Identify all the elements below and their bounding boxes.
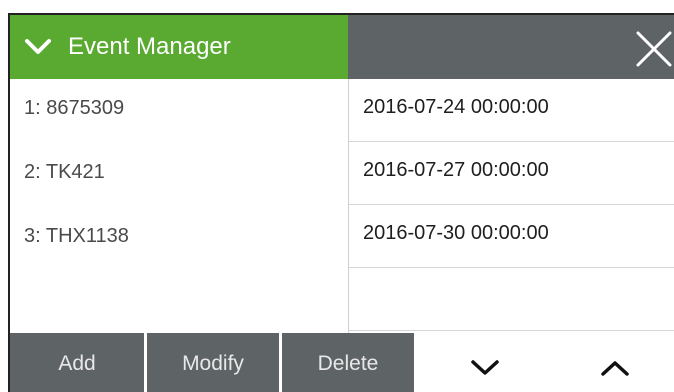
chevron-down-icon [471, 360, 499, 375]
window-title: Event Manager [68, 33, 231, 60]
scroll-down-button[interactable] [440, 333, 530, 392]
chevron-up-icon [601, 361, 629, 376]
event-date-1: 2016-07-24 00:00:00 [363, 96, 549, 118]
date-row-3[interactable]: 2016-07-30 00:00:00 [349, 205, 674, 268]
chevron-down-icon[interactable] [24, 37, 52, 57]
event-list: 1: 8675309 2: TK421 3: THX1138 [10, 79, 348, 333]
event-item-2[interactable]: 2: TK421 [24, 161, 105, 184]
event-item-1[interactable]: 1: 8675309 [24, 97, 124, 120]
event-date-list: 2016-07-24 00:00:00 2016-07-27 00:00:00 … [348, 79, 674, 333]
date-row-empty[interactable] [349, 268, 674, 331]
scroll-up-button[interactable] [570, 333, 660, 392]
event-manager-window: Event Manager 1: 8675309 2: TK421 3: THX… [8, 13, 674, 392]
date-row-1[interactable]: 2016-07-24 00:00:00 [349, 79, 674, 142]
toolbar: Add Modify Delete [10, 333, 674, 392]
event-date-2: 2016-07-27 00:00:00 [363, 159, 549, 181]
modify-button[interactable]: Modify [147, 333, 279, 392]
add-button[interactable]: Add [10, 333, 144, 392]
event-date-3: 2016-07-30 00:00:00 [363, 222, 549, 244]
delete-button[interactable]: Delete [282, 333, 414, 392]
title-bar[interactable]: Event Manager [10, 15, 348, 79]
close-icon[interactable] [630, 25, 674, 69]
date-row-2[interactable]: 2016-07-27 00:00:00 [349, 142, 674, 205]
header-bar [348, 15, 674, 79]
window-header: Event Manager [10, 15, 674, 79]
event-item-3[interactable]: 3: THX1138 [24, 225, 129, 248]
